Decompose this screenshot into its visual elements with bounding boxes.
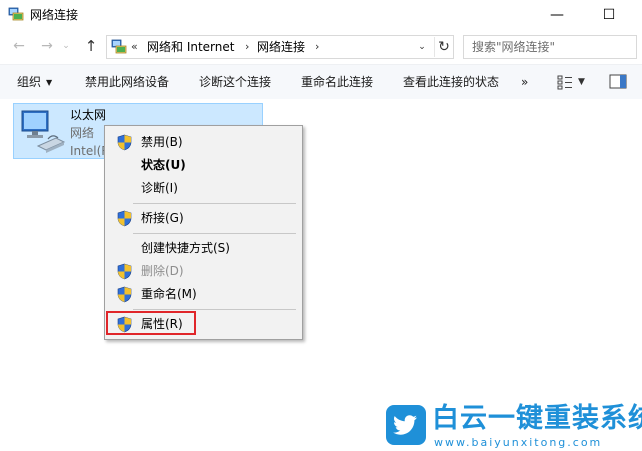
menu-item-rename[interactable]: 重命名(M) xyxy=(107,283,300,306)
menu-item-label: 删除(D) xyxy=(141,264,184,278)
chevron-down-icon: ▼ xyxy=(46,78,53,87)
up-button[interactable]: ↑ xyxy=(82,37,100,55)
watermark-url: www.baiyunxitong.com xyxy=(434,436,603,449)
menu-item-disable[interactable]: 禁用(B) xyxy=(107,131,300,154)
organize-label: 组织 xyxy=(17,75,42,89)
back-button[interactable]: ← xyxy=(10,37,28,55)
menu-item-delete: 删除(D) xyxy=(107,260,300,283)
organize-menu[interactable]: 组织 ▼ xyxy=(17,74,52,91)
twitter-bird-logo xyxy=(386,405,426,445)
breadcrumb-network-internet[interactable]: 网络和 Internet xyxy=(147,39,234,55)
search-box[interactable]: 搜索"网络连接" xyxy=(463,35,637,59)
forward-button[interactable]: → xyxy=(38,37,56,55)
refresh-button[interactable]: ↻ xyxy=(434,37,453,57)
menu-item-label: 重命名(M) xyxy=(141,287,197,301)
menu-item-bridge[interactable]: 桥接(G) xyxy=(107,207,300,230)
properties-highlight-box xyxy=(106,311,196,335)
breadcrumb-separator[interactable]: › xyxy=(315,39,319,55)
view-options-dropdown[interactable]: ▼ xyxy=(578,74,585,90)
overflow-chevron[interactable]: « xyxy=(131,39,138,55)
command-bar: 组织 ▼ 禁用此网络设备 诊断这个连接 重命名此连接 查看此连接的状态 » ▼ xyxy=(0,64,642,100)
more-commands-button[interactable]: » xyxy=(521,74,528,90)
menu-separator xyxy=(133,309,296,310)
menu-item-label: 桥接(G) xyxy=(141,211,184,225)
breadcrumb-separator[interactable]: › xyxy=(245,39,249,55)
uac-shield-icon xyxy=(117,263,132,280)
file-list: 以太网 网络 Intel(R xyxy=(0,99,642,451)
context-menu: 禁用(B) 状态(U) 诊断(I) 桥接(G) 创建快捷方式(S) 删除(D) … xyxy=(104,125,303,340)
menu-item-diagnose[interactable]: 诊断(I) xyxy=(107,177,300,200)
menu-item-label: 创建快捷方式(S) xyxy=(141,241,230,255)
ethernet-adapter-icon xyxy=(21,110,66,153)
title-bar: 网络连接 — ☐ xyxy=(0,0,642,30)
breadcrumb-network-connections[interactable]: 网络连接 xyxy=(257,39,305,55)
minimize-button[interactable]: — xyxy=(534,0,580,30)
connection-name: 以太网 xyxy=(70,108,107,122)
menu-item-label: 诊断(I) xyxy=(141,181,178,195)
connection-status: 网络 xyxy=(70,126,95,140)
explorer-window: 网络连接 — ☐ ← → ⌄ ↑ « 网络和 Internet › 网络连接 ›… xyxy=(0,0,642,451)
rename-connection-button[interactable]: 重命名此连接 xyxy=(301,74,373,90)
change-view-icon[interactable] xyxy=(557,74,573,90)
menu-item-create-shortcut[interactable]: 创建快捷方式(S) xyxy=(107,237,300,260)
disable-device-button[interactable]: 禁用此网络设备 xyxy=(85,74,169,90)
watermark-title: 白云一键重装系统 xyxy=(432,403,642,434)
menu-item-label: 禁用(B) xyxy=(141,135,183,149)
menu-separator xyxy=(133,233,296,234)
diagnose-button[interactable]: 诊断这个连接 xyxy=(199,74,271,90)
view-status-button[interactable]: 查看此连接的状态 xyxy=(403,74,499,90)
recent-locations-button[interactable]: ⌄ xyxy=(60,37,72,55)
maximize-button[interactable]: ☐ xyxy=(586,0,632,30)
address-history-dropdown[interactable]: ⌄ xyxy=(415,39,429,55)
menu-separator xyxy=(133,203,296,204)
menu-item-status[interactable]: 状态(U) xyxy=(107,154,300,177)
window-title: 网络连接 xyxy=(30,8,79,22)
network-connections-icon xyxy=(111,39,127,54)
uac-shield-icon xyxy=(117,286,132,303)
search-placeholder: 搜索"网络连接" xyxy=(472,40,556,54)
uac-shield-icon xyxy=(117,210,132,227)
uac-shield-icon xyxy=(117,134,132,151)
menu-item-label: 状态(U) xyxy=(141,158,186,172)
network-connections-icon xyxy=(8,7,24,21)
preview-pane-icon[interactable] xyxy=(609,74,627,89)
address-bar[interactable]: « 网络和 Internet › 网络连接 › ⌄ ↻ xyxy=(106,35,454,59)
watermark: 白云一键重装系统 www.baiyunxitong.com xyxy=(384,403,642,451)
address-row: ← → ⌄ ↑ « 网络和 Internet › 网络连接 › ⌄ ↻ 搜索"网… xyxy=(0,31,642,61)
